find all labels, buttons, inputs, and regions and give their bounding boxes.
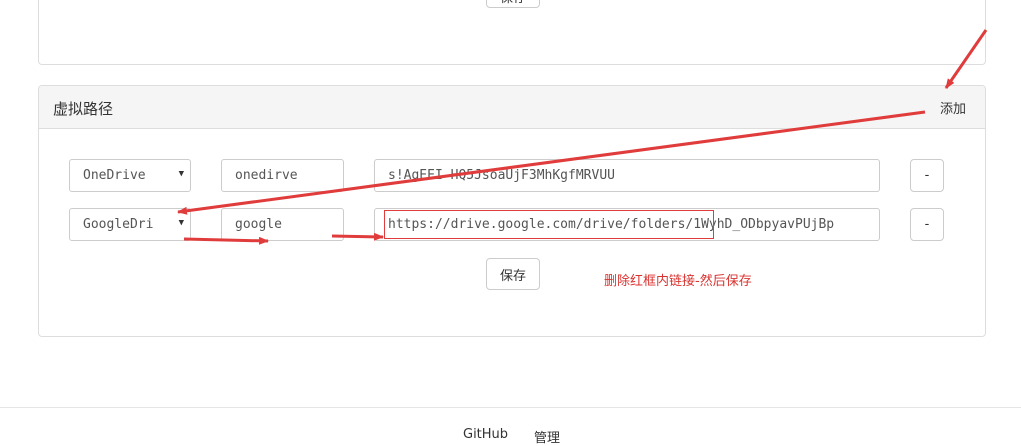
remove-row-button[interactable]: -	[910, 159, 944, 192]
footer-github-link[interactable]: GitHub	[463, 427, 508, 442]
caret-down-icon: ▼	[178, 218, 184, 228]
provider-select-value: GoogleDri	[83, 217, 154, 232]
top-save-button[interactable]: 保存	[486, 0, 540, 8]
path-url-input[interactable]: https://drive.google.com/drive/folders/1…	[374, 208, 880, 241]
panel-heading: 虚拟路径 添加	[39, 86, 985, 129]
annotation-note: 删除红框内链接-然后保存	[604, 274, 752, 289]
path-url-value: s!AgEEI-HQ5JsoaUjF3MhKgfMRVUU	[388, 168, 615, 183]
caret-down-icon: ▼	[178, 169, 184, 179]
path-name-value: google	[235, 217, 282, 232]
path-name-value: onedirve	[235, 168, 298, 183]
remove-row-button[interactable]: -	[910, 208, 944, 241]
footer-admin-link[interactable]: 管理	[534, 427, 560, 446]
provider-select[interactable]: OneDrive ▼	[69, 159, 191, 192]
provider-select[interactable]: GoogleDri ▼	[69, 208, 191, 241]
panel-title: 虚拟路径	[53, 100, 114, 118]
path-name-input[interactable]: google	[221, 208, 344, 241]
save-button[interactable]: 保存	[486, 258, 540, 290]
add-button[interactable]: 添加	[940, 98, 966, 117]
footer-divider	[0, 407, 1021, 408]
path-name-input[interactable]: onedirve	[221, 159, 344, 192]
settings-panel: 保存	[38, 0, 986, 65]
path-url-input[interactable]: s!AgEEI-HQ5JsoaUjF3MhKgfMRVUU	[374, 159, 880, 192]
path-url-value: https://drive.google.com/drive/folders/1…	[388, 217, 835, 232]
provider-select-value: OneDrive	[83, 168, 146, 183]
